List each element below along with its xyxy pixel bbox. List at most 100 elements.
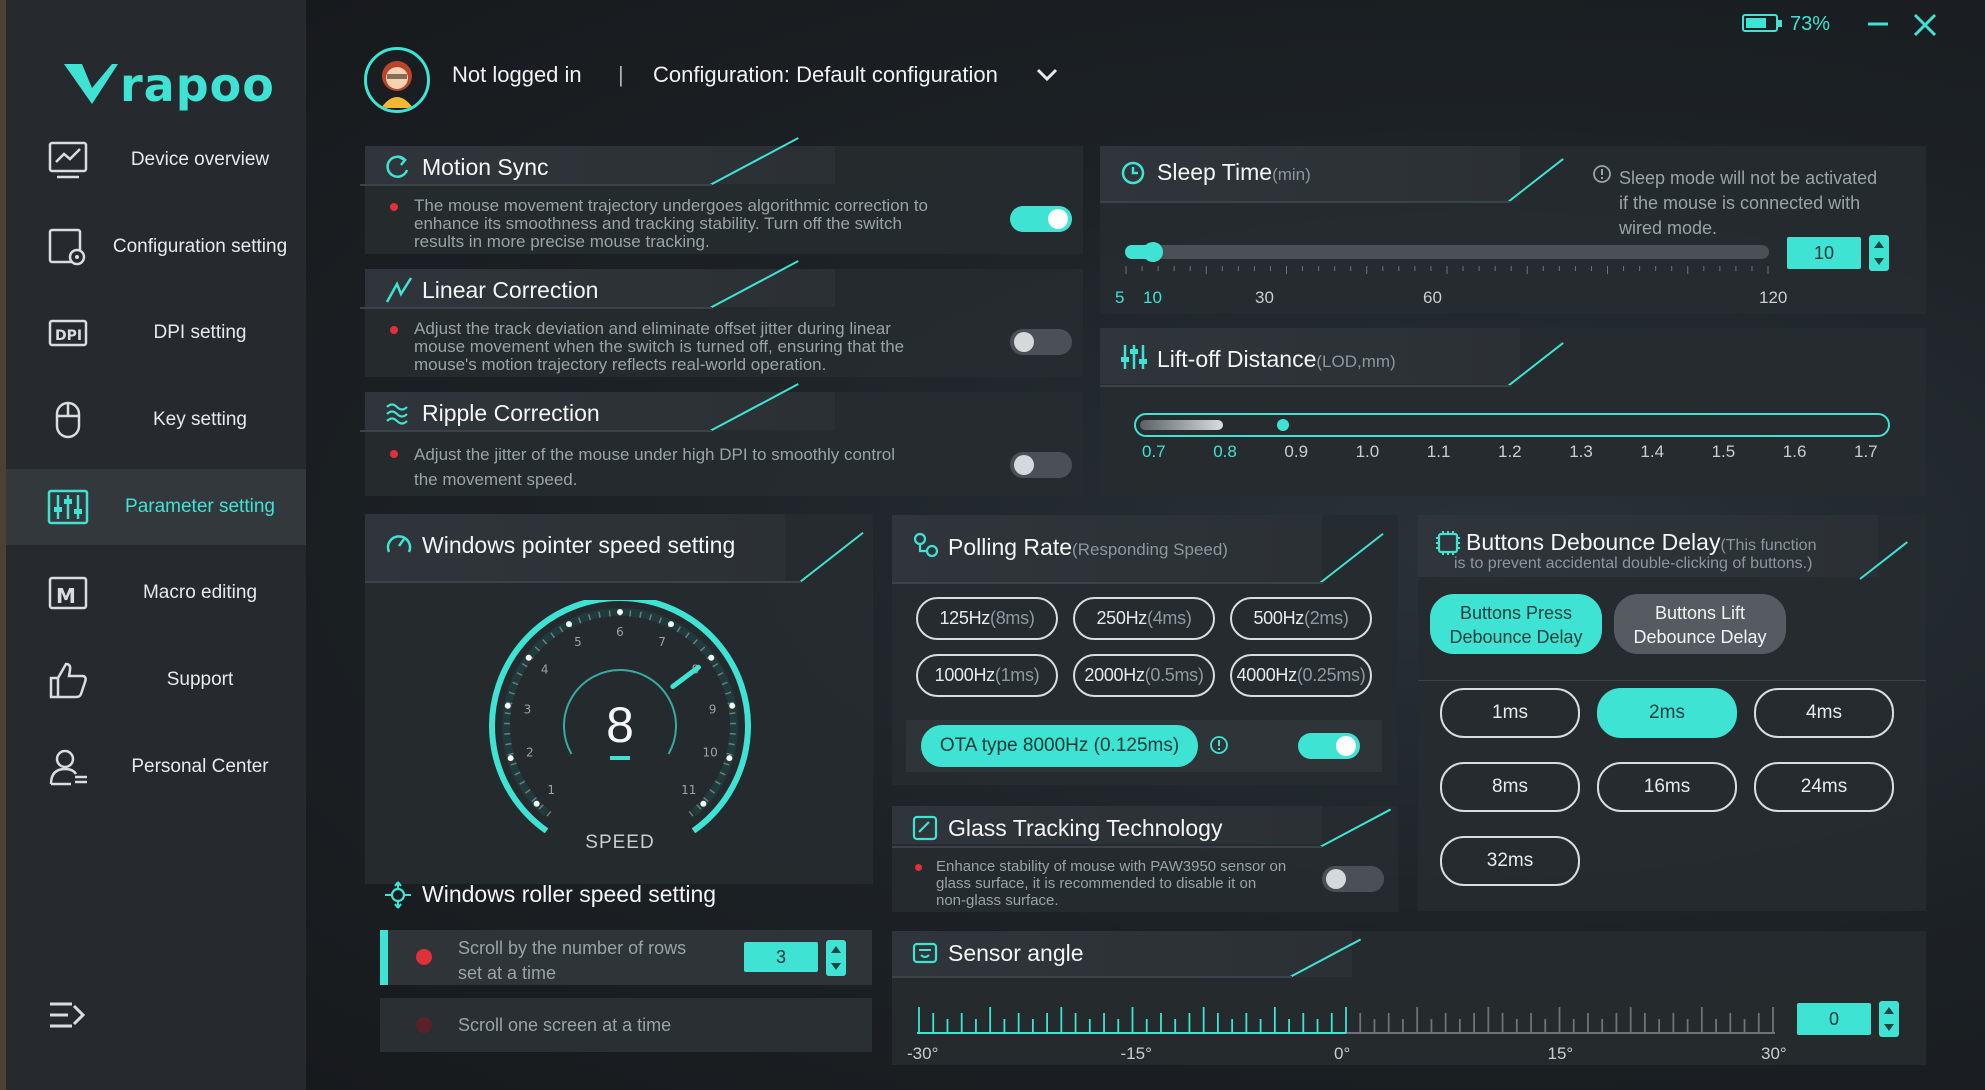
configuration-selector[interactable]: Configuration: Default configuration [653, 62, 998, 88]
gauge-dot [700, 800, 707, 807]
selected-indicator [380, 930, 388, 985]
sensor-angle-input[interactable]: 0 [1797, 1003, 1871, 1035]
lod-tick-label[interactable]: 1.2 [1498, 442, 1522, 462]
lod-tick-label[interactable]: 0.8 [1213, 442, 1237, 462]
sidebar-item-parameter-setting[interactable]: Parameter setting [6, 469, 306, 545]
lod-tick-label[interactable]: 1.1 [1427, 442, 1451, 462]
mouse-icon [55, 401, 81, 439]
ripple-correction-desc: Adjust the jitter of the mouse under hig… [414, 442, 1014, 492]
debounce-note: (This function [1720, 537, 1817, 554]
rows-stepper-icon[interactable] [826, 940, 846, 976]
scroll-wheel-icon [385, 881, 411, 909]
gauge-dot [525, 654, 532, 661]
sidebar-item-label: Personal Center [131, 756, 269, 777]
polling-rate-ms: (0.5ms) [1144, 665, 1204, 685]
polling-rate-option[interactable]: 1000Hz(1ms) [916, 654, 1058, 697]
gauge-number: 10 [703, 746, 718, 760]
lod-tick-label[interactable]: 1.0 [1356, 442, 1380, 462]
gauge-dot [565, 621, 572, 628]
polling-rate-option[interactable]: 4000Hz(0.25ms) [1230, 654, 1372, 697]
svg-text:DPI: DPI [55, 328, 82, 344]
gauge-needle [670, 664, 701, 689]
lod-tick-label[interactable]: 0.7 [1142, 442, 1166, 462]
gauge-tick [608, 610, 611, 617]
polling-rate-value: 250Hz [1096, 608, 1148, 628]
minimize-icon[interactable] [1866, 12, 1890, 36]
debounce-option-2ms[interactable]: 2ms [1597, 688, 1737, 738]
ripple-correction-toggle[interactable] [1010, 452, 1072, 478]
avatar[interactable] [364, 47, 430, 113]
debounce-option-24ms[interactable]: 24ms [1754, 762, 1894, 812]
polling-rate-option[interactable]: 125Hz(8ms) [916, 597, 1058, 640]
linear-correction-toggle[interactable] [1010, 329, 1072, 355]
lod-slider[interactable] [1134, 413, 1890, 437]
sensor-angle-slider[interactable] [915, 1000, 1777, 1036]
gauge-number: 4 [541, 663, 549, 677]
close-icon[interactable] [1912, 12, 1938, 38]
login-status[interactable]: Not logged in [452, 62, 582, 88]
sleep-time-tick-label: 30 [1255, 288, 1274, 307]
ripple-icon [386, 403, 408, 425]
monitor-chart-icon [48, 141, 88, 179]
glass-tracking-desc: Enhance stability of mouse with PAW3950 … [936, 858, 1336, 909]
tab-lift-debounce[interactable]: Buttons Lift Debounce Delay [1614, 594, 1786, 654]
radio-selected[interactable] [416, 949, 432, 965]
sleep-time-stepper-icon[interactable] [1869, 235, 1889, 271]
desc-line: mouse's motion trajectory reflects real-… [414, 355, 827, 374]
polling-rate-value: 500Hz [1253, 608, 1305, 628]
radio-unselected[interactable] [416, 1017, 432, 1033]
gauge-tick [504, 712, 511, 715]
motion-sync-toggle[interactable] [1010, 206, 1072, 232]
user-icon [49, 749, 87, 786]
sidebar-item-dpi-setting[interactable]: DPI DPI setting [6, 295, 306, 371]
lod-tick-label[interactable]: 1.3 [1569, 442, 1593, 462]
lod-tick-label[interactable]: 0.9 [1284, 442, 1308, 462]
rows-value-input[interactable]: 3 [744, 942, 818, 972]
lod-tick-label[interactable]: 1.4 [1640, 442, 1664, 462]
pointer-speed-value: 8 [606, 697, 634, 753]
sensor-angle-stepper-icon[interactable] [1879, 1001, 1899, 1037]
motion-sync-desc: The mouse movement trajectory undergoes … [414, 197, 1014, 251]
bullet-dot [390, 326, 398, 334]
ota-toggle[interactable] [1298, 733, 1360, 759]
sleep-time-slider[interactable] [1125, 245, 1769, 259]
speed-label: SPEED [585, 832, 655, 853]
polling-rate-value: 4000Hz [1236, 665, 1298, 685]
chevron-down-icon[interactable] [1036, 68, 1058, 82]
debounce-option-8ms[interactable]: 8ms [1440, 762, 1580, 812]
sidebar-item-device-overview[interactable]: Device overview [6, 122, 306, 198]
sleep-time-tick-label: 5 [1115, 288, 1125, 307]
polling-rate-option[interactable]: 2000Hz(0.5ms) [1073, 654, 1215, 697]
sliders-icon [47, 489, 89, 525]
gauge-number: 11 [681, 783, 696, 797]
debounce-option-32ms[interactable]: 32ms [1440, 836, 1580, 886]
debounce-option-4ms[interactable]: 4ms [1754, 688, 1894, 738]
pointer-speed-title: Windows pointer speed setting [422, 532, 736, 558]
polling-rate-option[interactable]: 500Hz(2ms) [1230, 597, 1372, 640]
debounce-option-1ms[interactable]: 1ms [1440, 688, 1580, 738]
polling-rate-ms: (1ms) [994, 665, 1040, 685]
sidebar-item-configuration-setting[interactable]: Configuration setting [6, 209, 306, 285]
lod-tick-label[interactable]: 1.6 [1783, 442, 1807, 462]
sidebar-item-macro-editing[interactable]: M Macro editing [6, 555, 306, 631]
gauge-dot [668, 621, 675, 628]
sleep-time-slider-handle[interactable] [1143, 242, 1163, 262]
sidebar-item-support[interactable]: Support [6, 642, 306, 718]
desc-line: mouse movement when the switch is turned… [414, 337, 905, 356]
svg-text:M: M [56, 584, 76, 608]
lod-tick-label[interactable]: 1.5 [1712, 442, 1736, 462]
sensor-angle-tick-label: -30° [907, 1044, 939, 1063]
debounce-option-16ms[interactable]: 16ms [1597, 762, 1737, 812]
ota-8000hz-button[interactable]: OTA type 8000Hz (0.125ms) [921, 725, 1198, 767]
collapse-menu-icon[interactable] [48, 1000, 86, 1030]
polling-rate-value: 1000Hz [934, 665, 996, 685]
sidebar-item-key-setting[interactable]: Key setting [6, 382, 306, 458]
sidebar-item-personal-center[interactable]: Personal Center [6, 729, 306, 805]
sleep-time-input[interactable]: 10 [1787, 237, 1861, 269]
tab-press-debounce[interactable]: Buttons Press Debounce Delay [1430, 594, 1602, 654]
gauge-number: 9 [709, 702, 717, 716]
header-separator: | [618, 62, 624, 87]
glass-tracking-toggle[interactable] [1322, 866, 1384, 892]
polling-rate-option[interactable]: 250Hz(4ms) [1073, 597, 1215, 640]
lod-tick-label[interactable]: 1.7 [1854, 442, 1878, 462]
